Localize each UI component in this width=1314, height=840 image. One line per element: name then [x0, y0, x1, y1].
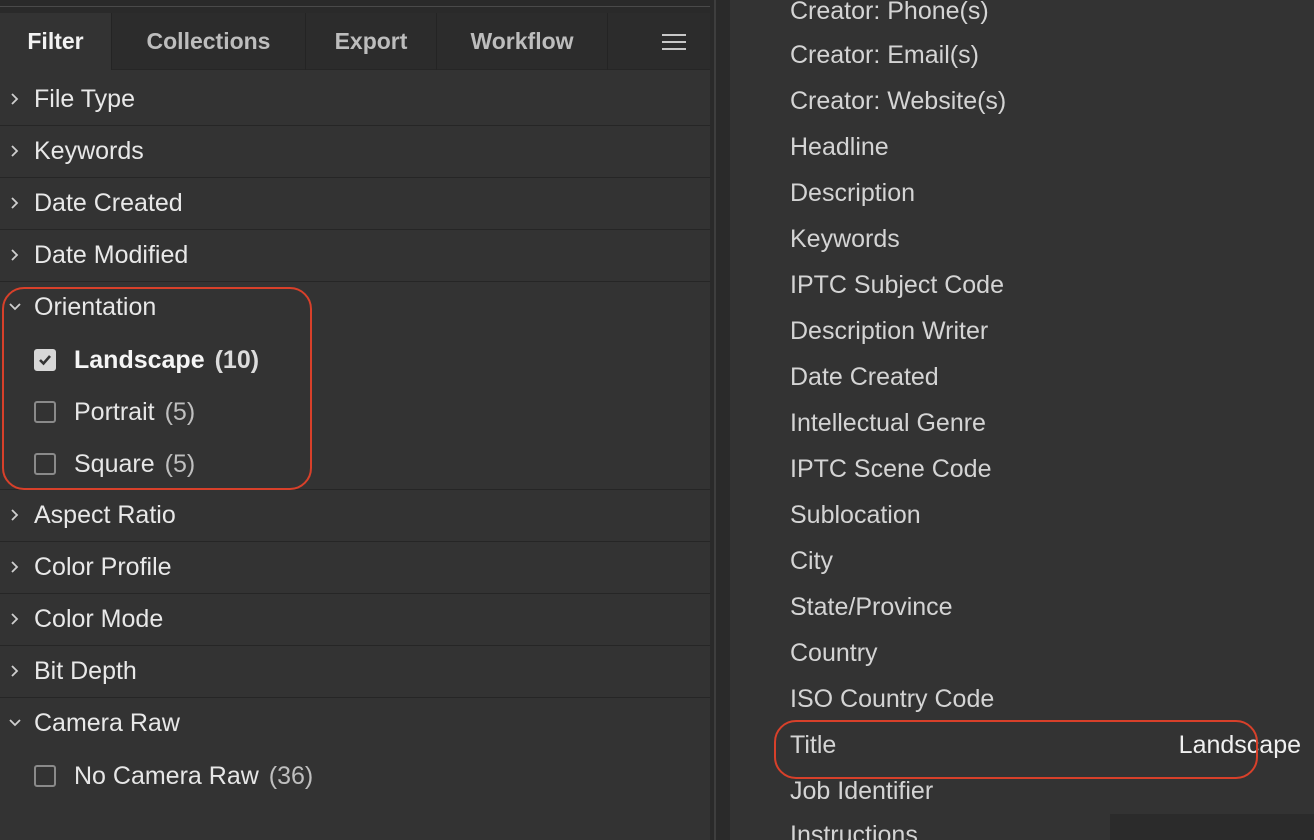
metadata-field-iptc-scene-code[interactable]: IPTC Scene Code [790, 446, 1260, 492]
chevron-right-icon [9, 561, 21, 573]
filter-section-color-profile[interactable]: Color Profile [0, 542, 710, 594]
chevron-right-icon [9, 145, 21, 157]
divider [0, 6, 710, 7]
metadata-field-creator-emails[interactable]: Creator: Email(s) [790, 32, 1260, 78]
metadata-field-city[interactable]: City [790, 538, 1260, 584]
tab-collections[interactable]: Collections [112, 13, 306, 70]
orientation-highlight-callout [2, 287, 312, 490]
metadata-field-iso-country-code[interactable]: ISO Country Code [790, 676, 1260, 722]
metadata-field-intellectual-genre[interactable]: Intellectual Genre [790, 400, 1260, 446]
filter-section-label: Color Mode [34, 605, 164, 633]
filter-section-date-created[interactable]: Date Created [0, 178, 710, 230]
filter-section-camera-raw[interactable]: Camera Raw [0, 698, 710, 750]
filter-section-label: File Type [34, 85, 135, 113]
chevron-right-icon [9, 509, 21, 521]
tab-workflow[interactable]: Workflow [437, 13, 608, 70]
tab-export[interactable]: Export [306, 13, 437, 70]
metadata-field-creator-phones[interactable]: Creator: Phone(s) [790, 0, 1260, 34]
divider [714, 0, 716, 840]
filter-section-color-mode[interactable]: Color Mode [0, 594, 710, 646]
filter-section-label: Color Profile [34, 553, 172, 581]
panel-divider[interactable] [710, 0, 730, 840]
chevron-right-icon [9, 197, 21, 209]
metadata-panel: Creator: Phone(s) Creator: Email(s) Crea… [730, 0, 1314, 840]
filter-option-label: No Camera Raw (36) [74, 762, 314, 790]
filter-section-label: Aspect Ratio [34, 501, 176, 529]
filter-section-label: Date Modified [34, 241, 189, 269]
metadata-field-iptc-subject-code[interactable]: IPTC Subject Code [790, 262, 1260, 308]
panel-corner [1110, 814, 1314, 840]
metadata-field-creator-websites[interactable]: Creator: Website(s) [790, 78, 1260, 124]
filter-section-label: Keywords [34, 137, 144, 165]
metadata-field-keywords[interactable]: Keywords [790, 216, 1260, 262]
metadata-field-description-writer[interactable]: Description Writer [790, 308, 1260, 354]
filter-option-no-camera-raw[interactable]: No Camera Raw (36) [0, 750, 710, 802]
metadata-field-headline[interactable]: Headline [790, 124, 1260, 170]
filter-section-date-modified[interactable]: Date Modified [0, 230, 710, 282]
metadata-field-country[interactable]: Country [790, 630, 1260, 676]
metadata-field-state-province[interactable]: State/Province [790, 584, 1260, 630]
filter-section-label: Date Created [34, 189, 183, 217]
chevron-right-icon [9, 665, 21, 677]
tab-bar: Filter Collections Export Workflow [0, 13, 710, 70]
metadata-field-date-created[interactable]: Date Created [790, 354, 1260, 400]
filter-section-keywords[interactable]: Keywords [0, 126, 710, 178]
metadata-field-description[interactable]: Description [790, 170, 1260, 216]
title-highlight-callout [774, 720, 1258, 779]
tab-filter[interactable]: Filter [0, 13, 112, 70]
filter-option-count: (36) [268, 762, 314, 790]
chevron-right-icon [9, 613, 21, 625]
filter-section-bit-depth[interactable]: Bit Depth [0, 646, 710, 698]
filter-section-label: Bit Depth [34, 657, 137, 685]
checkbox[interactable] [34, 765, 56, 787]
metadata-field-sublocation[interactable]: Sublocation [790, 492, 1260, 538]
chevron-down-icon [9, 717, 21, 729]
chevron-right-icon [9, 249, 21, 261]
filter-section-file-type[interactable]: File Type [0, 74, 710, 126]
filter-panel: Filter Collections Export Workflow File … [0, 0, 710, 840]
chevron-right-icon [9, 93, 21, 105]
filter-section-label: Camera Raw [34, 709, 180, 737]
hamburger-menu-icon[interactable] [662, 34, 686, 50]
filter-section-aspect-ratio[interactable]: Aspect Ratio [0, 490, 710, 542]
